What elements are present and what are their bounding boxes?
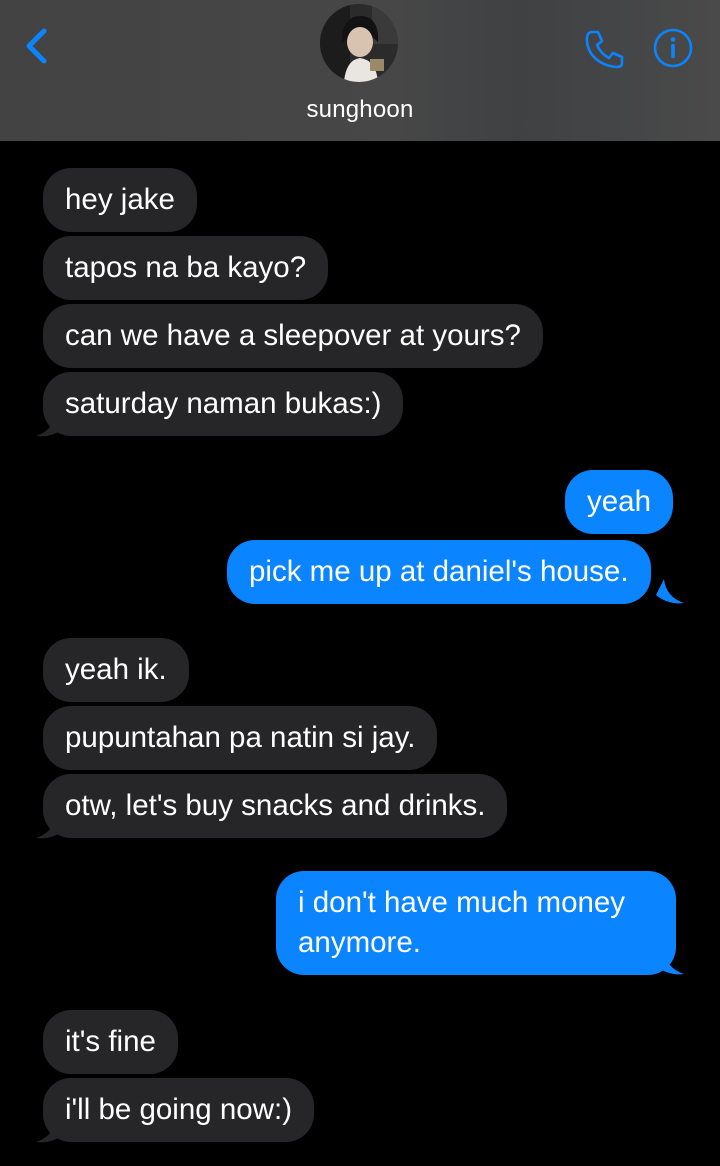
message-text: can we have a sleepover at yours? [65,319,521,352]
message-text: pick me up at daniel's house. [249,555,629,588]
info-button[interactable] [652,27,694,69]
incoming-message[interactable]: otw, let's buy snacks and drinks. [43,774,508,838]
bubble-tail [656,579,684,604]
avatar-image [320,4,398,82]
call-button[interactable] [582,28,626,70]
message-text: otw, let's buy snacks and drinks. [65,789,486,822]
contact-name[interactable]: sunghoon [0,96,720,124]
incoming-message[interactable]: it's fine [43,1010,178,1074]
message-text: tapos na ba kayo? [65,251,307,284]
outgoing-message[interactable]: pick me up at daniel's house. [227,540,651,604]
incoming-message[interactable]: i'll be going now:) [43,1078,315,1142]
message-text: pupuntahan pa natin si jay. [65,721,416,754]
phone-icon [585,30,624,69]
avatar[interactable] [320,4,398,82]
message-text: yeah ik. [65,653,167,686]
conversation-header: sunghoon [0,0,720,141]
back-button[interactable] [20,26,54,66]
bubble-tail [36,1118,64,1143]
info-icon [653,28,693,68]
message-text: hey jake [65,183,175,216]
message-text: it's fine [65,1025,156,1058]
incoming-message[interactable]: can we have a sleepover at yours? [43,304,543,368]
incoming-message[interactable]: hey jake [43,168,197,232]
incoming-message[interactable]: tapos na ba kayo? [43,236,329,300]
message-text: saturday naman bukas:) [65,387,382,420]
bubble-tail [656,950,684,975]
incoming-message[interactable]: pupuntahan pa natin si jay. [43,706,438,770]
incoming-message[interactable]: yeah ik. [43,638,189,702]
incoming-message[interactable]: saturday naman bukas:) [43,372,404,436]
bubble-tail [36,412,64,437]
message-text: yeah [587,485,651,518]
chevron-left-icon [26,28,47,64]
message-text: i don't have much money anymore. [298,886,626,959]
message-text: i'll be going now:) [65,1093,293,1126]
bubble-tail [36,814,64,839]
outgoing-message[interactable]: i don't have much money anymore. [276,871,676,975]
outgoing-message[interactable]: yeah [565,470,673,534]
